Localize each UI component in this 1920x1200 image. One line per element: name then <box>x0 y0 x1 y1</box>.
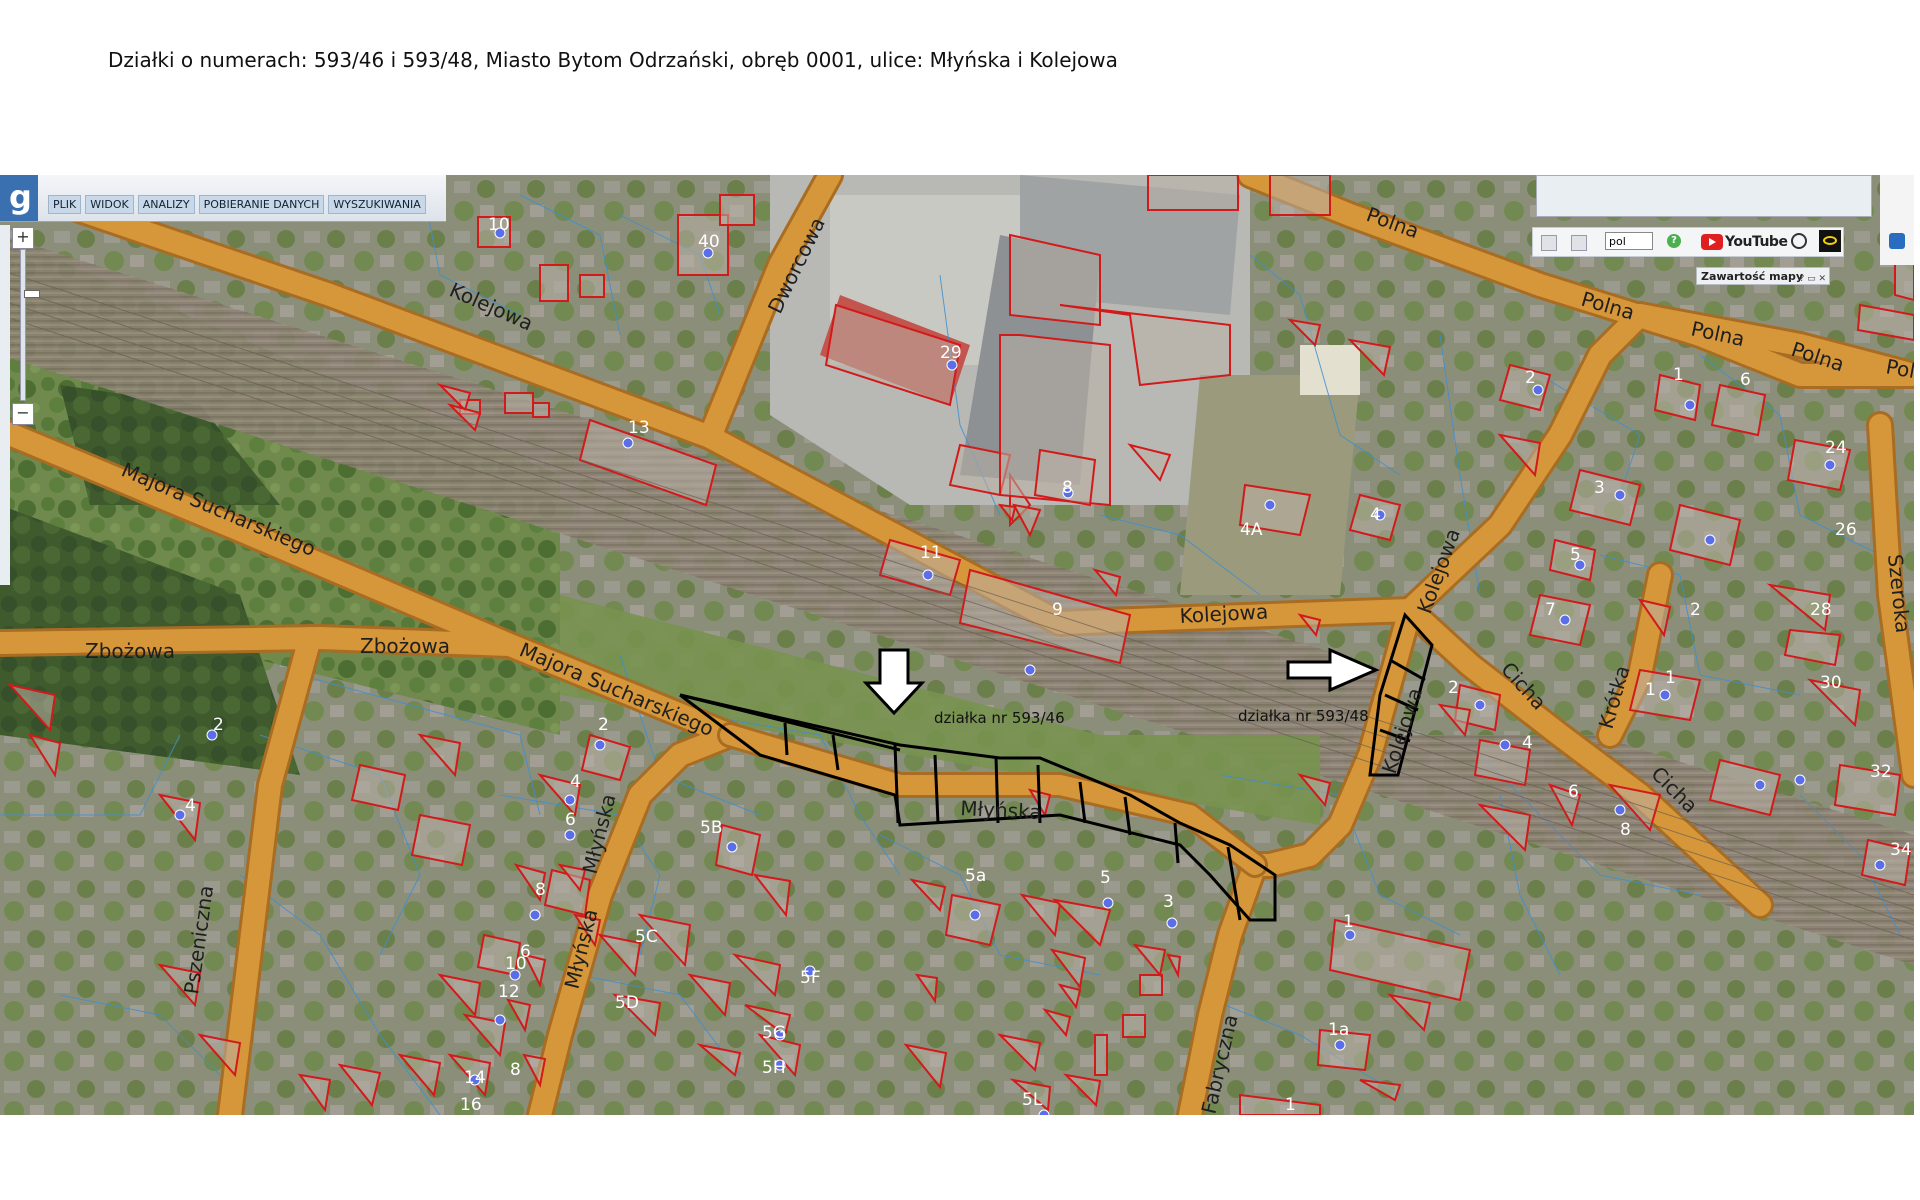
house-number: 5C <box>635 927 658 947</box>
house-number: 4 <box>1522 733 1533 753</box>
house-number: 5H <box>762 1058 786 1078</box>
house-number: 6 <box>520 942 531 962</box>
house-number: 8 <box>1620 820 1631 840</box>
house-number: 4 <box>570 772 581 792</box>
house-number: 10 <box>488 215 510 235</box>
house-number: 32 <box>1870 762 1892 782</box>
house-number: 5G <box>762 1023 786 1043</box>
house-number: 11 <box>920 543 942 563</box>
panel-window-buttons[interactable]: ? ▭ ✕ <box>1799 270 1826 288</box>
house-number: 3 <box>1594 478 1605 498</box>
menu-analizy[interactable]: ANALIZY <box>137 195 195 214</box>
zoom-control: + − <box>12 227 40 427</box>
house-number: 4 <box>1370 505 1381 525</box>
house-number: 8 <box>535 880 546 900</box>
house-number: 1 <box>1285 1095 1296 1115</box>
house-number: 1 <box>1645 680 1656 700</box>
house-number: 2 <box>213 715 224 735</box>
youtube-icon <box>1701 234 1723 250</box>
orthophoto-map[interactable]: 10 40 29 13 8 11 9 2 4A 4 1 6 24 3 26 5 … <box>0 175 1914 1115</box>
house-number: 30 <box>1820 673 1842 693</box>
house-number: 5D <box>615 993 639 1013</box>
left-tool-strip <box>0 225 10 585</box>
youtube-label: YouTube <box>1725 234 1788 250</box>
zoom-out-button[interactable]: − <box>12 403 34 425</box>
house-number: 5L <box>1022 1090 1043 1110</box>
house-number: 26 <box>1835 520 1857 540</box>
street-label-zbozowa-2: Zbożowa <box>360 634 450 658</box>
house-number: 5F <box>800 968 821 988</box>
house-number: 1 <box>1673 365 1684 385</box>
house-number: 24 <box>1825 438 1847 458</box>
house-number: 2 <box>1525 368 1536 388</box>
house-number: 40 <box>698 232 720 252</box>
overview-map[interactable] <box>1536 175 1872 217</box>
page-heading: Działki o numerach: 593/46 i 593/48, Mia… <box>108 48 1118 72</box>
top-right-toolbar: pol ? YouTube <box>1532 227 1844 257</box>
language-select[interactable]: pol <box>1605 232 1653 250</box>
house-number: 2 <box>1448 678 1459 698</box>
street-label-kolejowa-2: Kolejowa <box>1179 599 1269 628</box>
help-icon[interactable]: ? <box>1667 234 1681 248</box>
menu-wyszukiwania[interactable]: WYSZUKIWANIA <box>328 195 426 214</box>
map-viewer[interactable]: 10 40 29 13 8 11 9 2 4A 4 1 6 24 3 26 5 … <box>0 175 1914 1115</box>
house-number: 12 <box>498 982 520 1002</box>
house-number: 28 <box>1810 600 1832 620</box>
print-icon[interactable] <box>1541 235 1557 251</box>
house-number: 5B <box>700 818 722 838</box>
house-number: 6 <box>1740 370 1751 390</box>
menu-plik[interactable]: PLIK <box>48 195 82 214</box>
house-number: 4A <box>1240 520 1263 540</box>
house-number: 29 <box>940 343 962 363</box>
house-number: 2 <box>1690 600 1701 620</box>
house-number: 6 <box>1568 782 1579 802</box>
accessibility-icon[interactable] <box>1791 233 1807 249</box>
house-number: 9 <box>1052 600 1063 620</box>
main-menu: PLIK WIDOK ANALIZY POBIERANIE DANYCH WYS… <box>48 195 426 214</box>
zoom-slider-handle[interactable] <box>24 290 40 298</box>
house-number: 34 <box>1890 840 1912 860</box>
house-number: 1 <box>1665 668 1676 688</box>
house-number: 5 <box>1100 868 1111 888</box>
house-number: 2 <box>598 715 609 735</box>
right-icon-strip <box>1880 175 1914 265</box>
house-number: 3 <box>1163 892 1174 912</box>
house-number: 8 <box>510 1060 521 1080</box>
house-number: 5 <box>1570 545 1581 565</box>
annotation-plot-593-48: działka nr 593/48 <box>1238 707 1369 725</box>
zoom-in-button[interactable]: + <box>12 227 34 249</box>
house-number: 6 <box>565 810 576 830</box>
zoom-slider[interactable] <box>20 249 40 401</box>
wms-icon[interactable] <box>1571 235 1587 251</box>
house-number: 1a <box>1328 1020 1349 1040</box>
annotation-plot-593-46: działka nr 593/46 <box>934 709 1065 727</box>
eye-icon[interactable] <box>1889 233 1905 249</box>
map-contents-title: Zawartość mapy <box>1701 270 1804 283</box>
geoportal-menubar: g PLIK WIDOK ANALIZY POBIERANIE DANYCH W… <box>0 175 446 222</box>
house-number: 7 <box>1545 600 1556 620</box>
house-number: 13 <box>628 418 650 438</box>
contrast-eye-icon[interactable] <box>1819 230 1841 252</box>
house-number: 1 <box>1343 912 1354 932</box>
youtube-link[interactable]: YouTube <box>1701 233 1788 251</box>
menu-widok[interactable]: WIDOK <box>85 195 134 214</box>
house-number: 16 <box>460 1095 482 1115</box>
street-label-zbozowa: Zbożowa <box>85 639 175 663</box>
house-number: 8 <box>1062 478 1073 498</box>
map-contents-panel[interactable]: Zawartość mapy ? ▭ ✕ <box>1696 267 1830 285</box>
house-number: 5a <box>965 866 986 886</box>
house-number: 14 <box>464 1068 486 1088</box>
street-label-mlynska: Młyńska <box>960 796 1043 824</box>
house-number: 4 <box>185 796 196 816</box>
geoportal-logo: g <box>0 175 38 221</box>
menu-pobieranie-danych[interactable]: POBIERANIE DANYCH <box>198 195 325 214</box>
